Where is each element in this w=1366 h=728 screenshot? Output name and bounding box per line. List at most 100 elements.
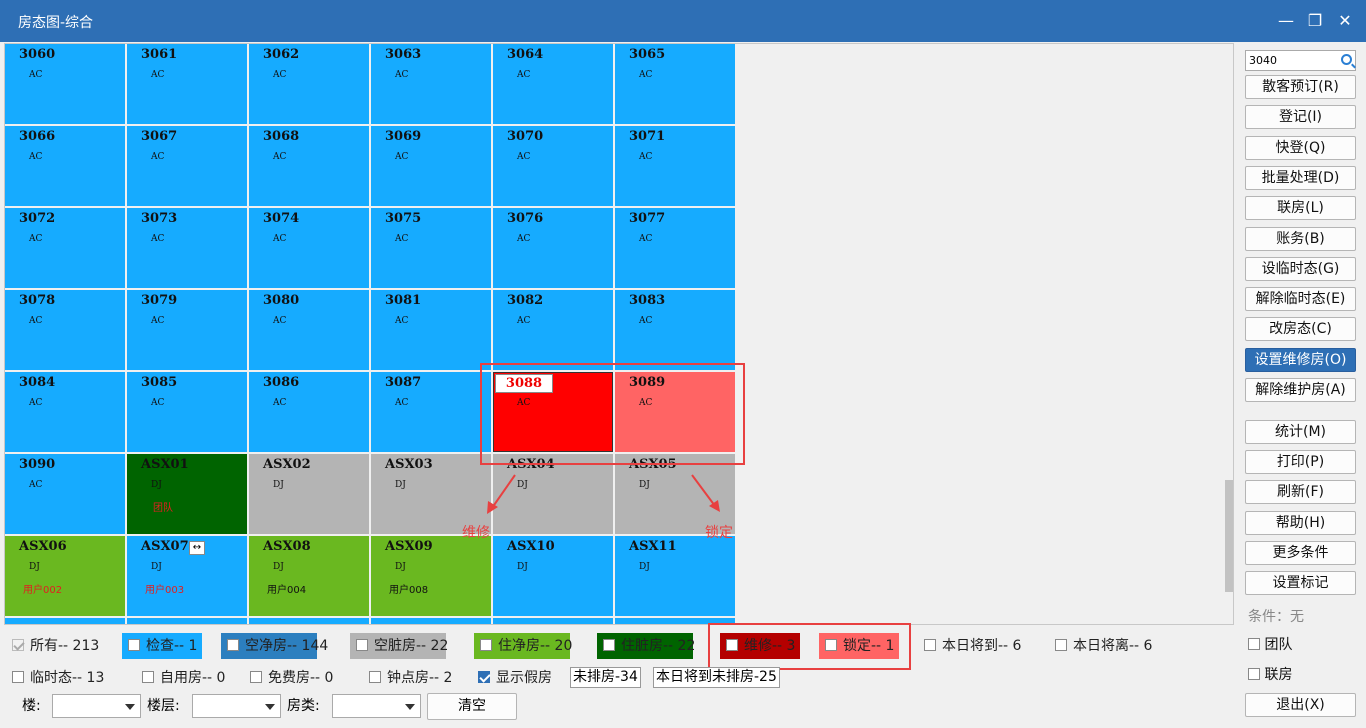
sidebar-button[interactable]: 统计(M) [1245,420,1356,444]
room-cell-partial[interactable] [249,618,369,624]
all-check-icon[interactable] [12,639,24,651]
building-select[interactable] [52,694,141,718]
filter-vacant-clean[interactable]: 空净房-- 144 [221,633,328,659]
sidebar-button[interactable]: 联房(L) [1245,196,1356,221]
filter-vacant-dirty[interactable]: 空脏房-- 22 [350,633,448,659]
room-cell[interactable]: 3069 AC [371,126,491,206]
linked-check-icon[interactable] [1248,668,1260,680]
room-cell[interactable]: ASX10 DJ [493,536,613,616]
room-cell[interactable]: 3079 AC [127,290,247,370]
room-cell[interactable]: 3062 AC [249,44,369,124]
sidebar-button[interactable]: 更多条件 [1245,540,1356,565]
room-cell-partial[interactable] [493,618,613,624]
arriving-unassigned-box[interactable]: 本日将到未排房-25 [653,667,780,688]
room-cell[interactable]: 3075 AC [371,208,491,288]
sidebar-button[interactable]: 散客预订(R) [1245,75,1356,99]
sidebar-button[interactable]: 解除临时态(E) [1245,287,1356,312]
filter-all[interactable]: 所有-- 213 [12,633,99,659]
room-cell[interactable]: ASX11 DJ [615,536,735,616]
check-check-icon[interactable] [128,639,140,651]
close-button[interactable]: ✕ [1331,8,1359,34]
sidebar-button[interactable]: 登记(I) [1245,105,1356,130]
temp-check-icon[interactable] [12,671,24,683]
filter-occ-clean[interactable]: 住净房-- 20 [474,633,572,659]
room-cell[interactable]: ASX08 DJ 用户004 [249,536,369,616]
filter-leaving[interactable]: 本日将离-- 6 [1055,633,1152,659]
filter-free[interactable]: 免费房-- 0 [250,665,333,691]
room-cell[interactable]: 3074 AC [249,208,369,288]
hourly-check-icon[interactable] [369,671,381,683]
unassigned-box[interactable]: 未排房-34 [570,667,641,688]
room-cell[interactable]: 3071 AC [615,126,735,206]
vacant-clean-check-icon[interactable] [227,639,239,651]
room-cell[interactable]: 3087 AC [371,372,491,452]
room-cell[interactable]: 3060 AC [5,44,125,124]
occ-dirty-check-icon[interactable] [603,639,615,651]
filter-self-use[interactable]: 自用房-- 0 [142,665,225,691]
room-cell[interactable]: 3065 AC [615,44,735,124]
room-cell[interactable]: 3077 AC [615,208,735,288]
sidebar-button[interactable]: 设置维修房(O) [1245,347,1356,372]
self-use-check-icon[interactable] [142,671,154,683]
room-cell[interactable]: 3083 AC [615,290,735,370]
room-cell[interactable]: 3067 AC [127,126,247,206]
filter-check[interactable]: 检查-- 1 [122,633,202,659]
room-type-select[interactable] [332,694,421,718]
filter-lock[interactable]: 锁定-- 1 [819,633,899,659]
room-cell[interactable]: ASX09 DJ 用户008 [371,536,491,616]
room-cell-partial[interactable] [371,618,491,624]
room-cell[interactable]: 3064 AC [493,44,613,124]
room-cell[interactable]: 3085 AC [127,372,247,452]
room-cell[interactable]: 3078 AC [5,290,125,370]
scrollbar-thumb[interactable] [1225,480,1233,592]
search-icon[interactable] [1341,54,1352,65]
linked-checkbox[interactable]: 联房 [1248,664,1292,684]
room-cell[interactable]: ASX02 DJ [249,454,369,534]
repair-check-icon[interactable] [726,639,738,651]
lock-check-icon[interactable] [825,639,837,651]
sidebar-button[interactable]: 设临时态(G) [1245,256,1356,281]
room-cell[interactable]: 3076 AC [493,208,613,288]
sidebar-button[interactable]: 快登(Q) [1245,135,1356,160]
room-cell-partial[interactable] [127,618,247,624]
sidebar-button[interactable]: 帮助(H) [1245,510,1356,535]
vacant-dirty-check-icon[interactable] [356,639,368,651]
filter-repair[interactable]: 维修-- 3 [720,633,800,659]
arriving-check-icon[interactable] [924,639,936,651]
room-cell[interactable]: 3068 AC [249,126,369,206]
sidebar-button[interactable]: 解除维护房(A) [1245,378,1356,402]
room-cell[interactable]: 3070 AC [493,126,613,206]
room-cell[interactable]: 3081 AC [371,290,491,370]
room-cell[interactable]: 3080 AC [249,290,369,370]
room-cell[interactable]: 3086 AC [249,372,369,452]
room-cell[interactable]: 3084 AC [5,372,125,452]
room-cell[interactable]: 3073 AC [127,208,247,288]
restore-button[interactable]: ❐ [1301,8,1329,34]
floor-select[interactable] [192,694,281,718]
room-cell[interactable]: 3063 AC [371,44,491,124]
occ-clean-check-icon[interactable] [480,639,492,651]
free-check-icon[interactable] [250,671,262,683]
vertical-scrollbar[interactable] [1224,44,1233,624]
sidebar-button[interactable]: 批量处理(D) [1245,165,1356,190]
room-cell-partial[interactable] [5,618,125,624]
room-cell[interactable]: 3090 AC [5,454,125,534]
minimize-button[interactable]: — [1272,8,1300,34]
filter-temp[interactable]: 临时态-- 13 [12,665,104,691]
room-cell[interactable]: 3072 AC [5,208,125,288]
sidebar-button[interactable]: 账务(B) [1245,226,1356,251]
leaving-check-icon[interactable] [1055,639,1067,651]
room-cell[interactable]: 3061 AC [127,44,247,124]
room-cell[interactable]: 3082 AC [493,290,613,370]
room-cell[interactable]: ASX06 DJ 用户002 [5,536,125,616]
sidebar-button[interactable]: 设置标记 [1245,571,1356,595]
clear-button[interactable]: 清空 [427,693,517,720]
filter-occ-dirty[interactable]: 住脏房-- 22 [597,633,695,659]
room-cell[interactable]: ASX01 DJ 团队 [127,454,247,534]
team-check-icon[interactable] [1248,638,1260,650]
filter-hourly[interactable]: 钟点房-- 2 [369,665,452,691]
room-cell[interactable]: ASX07 DJ 用户003 ↔ [127,536,247,616]
filter-show-fake[interactable]: 显示假房 [478,665,552,691]
room-cell[interactable]: 3066 AC [5,126,125,206]
filter-arriving[interactable]: 本日将到-- 6 [924,633,1021,659]
